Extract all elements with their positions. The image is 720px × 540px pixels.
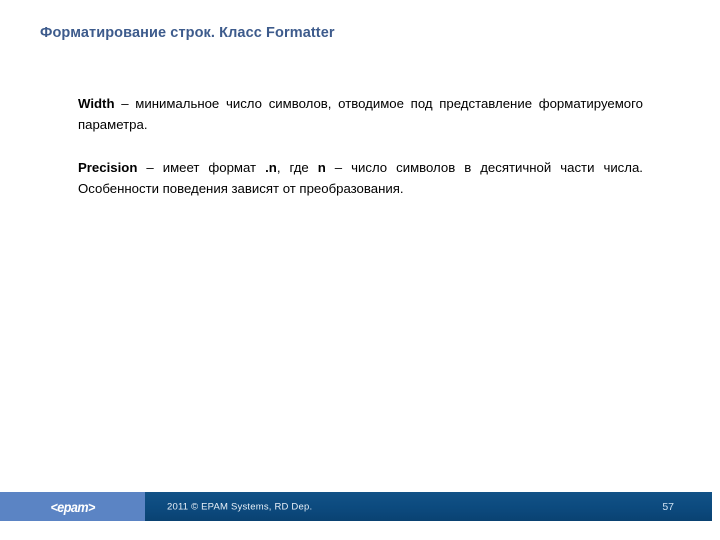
paragraph-width-text: минимальное число символов, отводимое по… — [78, 96, 643, 132]
paragraph-width: Width – минимальное число символов, отво… — [78, 94, 643, 136]
slide-body: Width – минимальное число символов, отво… — [78, 94, 643, 199]
dash-precision: – — [137, 159, 163, 175]
copyright-text: 2011 © EPAM Systems, RD Dep. — [167, 501, 313, 512]
precision-text-1: имеет формат — [162, 159, 266, 175]
epam-logo: <epam> — [0, 492, 145, 521]
term-width: Width — [78, 96, 115, 111]
precision-text-2: , где — [276, 159, 318, 175]
page-title: Форматирование строк. Класс Formatter — [40, 25, 335, 41]
slide-number: 57 — [662, 500, 674, 513]
dash-width: – — [114, 96, 136, 111]
paragraph-precision: Precision – имеет формат .n, где n – чис… — [78, 158, 643, 200]
epam-logo-text: <epam> — [50, 498, 95, 515]
precision-code-dot-n: .n — [265, 159, 277, 175]
term-precision: Precision — [78, 159, 138, 175]
slide-footer: <epam> 2011 © EPAM Systems, RD Dep. 57 — [0, 492, 712, 521]
slide-canvas: Форматирование строк. Класс Formatter Wi… — [0, 0, 720, 540]
footer-bar: 2011 © EPAM Systems, RD Dep. 57 — [145, 492, 712, 521]
precision-code-n: n — [317, 159, 326, 175]
